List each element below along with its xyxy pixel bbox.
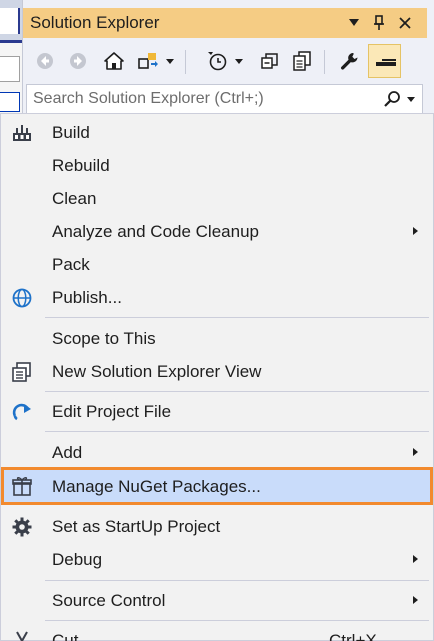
menu-item-new-solution-explorer-view[interactable]: New Solution Explorer View bbox=[1, 355, 433, 388]
submenu-arrow-icon bbox=[413, 596, 418, 604]
show-all-files-button[interactable] bbox=[289, 48, 315, 74]
submenu-arrow-icon bbox=[413, 227, 418, 235]
menu-item-label: Clean bbox=[52, 189, 97, 208]
filter-dropdown[interactable] bbox=[232, 48, 246, 74]
cut-icon bbox=[11, 630, 33, 641]
menu-item-set-as-startup-project[interactable]: Set as StartUp Project bbox=[1, 510, 433, 543]
menu-item-debug[interactable]: Debug bbox=[1, 543, 433, 576]
submenu-arrow-icon bbox=[413, 448, 418, 456]
menu-item-label: Manage NuGet Packages... bbox=[52, 477, 261, 496]
menu-item-shortcut: Ctrl+X bbox=[329, 631, 377, 641]
menu-item-scope-to-this[interactable]: Scope to This bbox=[1, 322, 433, 355]
menu-item-label: Rebuild bbox=[52, 156, 110, 175]
home-button[interactable] bbox=[101, 48, 127, 74]
solution-explorer-titlebar: Solution Explorer bbox=[23, 8, 427, 38]
menu-item-label: Edit Project File bbox=[52, 402, 172, 421]
preview-icon bbox=[375, 59, 396, 66]
switch-views-icon bbox=[138, 53, 158, 69]
solution-explorer-panel: Solution Explorer bbox=[22, 0, 434, 116]
menu-item-source-control[interactable]: Source Control bbox=[1, 584, 433, 617]
context-menu: Build Rebuild Clean Analyze and Code Cle… bbox=[0, 113, 434, 641]
adjacent-window-field[interactable] bbox=[0, 56, 20, 82]
menu-item-edit-project-file[interactable]: Edit Project File bbox=[1, 395, 433, 428]
new-view-icon bbox=[11, 361, 33, 383]
forward-button[interactable] bbox=[66, 48, 90, 74]
menu-separator bbox=[45, 317, 429, 318]
menu-item-pack[interactable]: Pack bbox=[1, 248, 433, 281]
adjacent-window-tab[interactable] bbox=[0, 8, 20, 34]
search-options-dropdown[interactable] bbox=[407, 97, 415, 102]
menu-item-clean[interactable]: Clean bbox=[1, 182, 433, 215]
window-position-button[interactable] bbox=[344, 12, 364, 34]
back-button[interactable] bbox=[33, 48, 57, 74]
collapse-all-button[interactable] bbox=[257, 48, 283, 74]
menu-item-label: Analyze and Code Cleanup bbox=[52, 222, 259, 241]
pin-button[interactable] bbox=[369, 12, 389, 34]
chevron-down-icon bbox=[166, 58, 174, 64]
startup-gear-icon bbox=[11, 516, 33, 538]
menu-item-manage-nuget-packages[interactable]: Manage NuGet Packages... bbox=[1, 467, 433, 505]
menu-item-analyze-code-cleanup[interactable]: Analyze and Code Cleanup bbox=[1, 215, 433, 248]
back-arrow-icon bbox=[37, 53, 53, 69]
adjacent-window-accent-line bbox=[0, 40, 22, 43]
toolbar-separator bbox=[185, 50, 186, 74]
submenu-arrow-icon bbox=[413, 555, 418, 563]
search-input[interactable] bbox=[27, 85, 367, 113]
close-button[interactable] bbox=[395, 12, 415, 34]
search-box bbox=[26, 84, 423, 114]
menu-item-label: Source Control bbox=[52, 591, 166, 610]
menu-separator bbox=[45, 431, 429, 432]
menu-item-build[interactable]: Build bbox=[1, 116, 433, 149]
chevron-down-icon bbox=[349, 19, 359, 26]
menu-item-label: Set as StartUp Project bbox=[52, 517, 221, 536]
menu-item-label: Add bbox=[52, 443, 83, 462]
forward-arrow-icon bbox=[70, 53, 86, 69]
menu-item-label: Build bbox=[52, 123, 90, 142]
chevron-down-icon bbox=[235, 58, 243, 64]
collapse-all-icon bbox=[261, 53, 278, 69]
panel-title: Solution Explorer bbox=[30, 13, 160, 32]
show-all-files-icon bbox=[293, 51, 311, 71]
nuget-package-icon bbox=[11, 475, 33, 497]
switch-views-button[interactable] bbox=[135, 48, 161, 74]
build-icon bbox=[11, 122, 33, 144]
adjacent-window-selection[interactable] bbox=[0, 92, 20, 112]
menu-item-cut[interactable]: Cut Ctrl+X bbox=[1, 624, 433, 641]
menu-separator bbox=[45, 620, 429, 621]
properties-button[interactable] bbox=[336, 48, 362, 74]
pending-changes-filter-button[interactable] bbox=[204, 48, 230, 74]
solution-explorer-toolbar bbox=[23, 42, 427, 80]
home-icon bbox=[104, 52, 124, 70]
menu-separator bbox=[45, 391, 429, 392]
pin-icon bbox=[374, 15, 384, 30]
menu-item-rebuild[interactable]: Rebuild bbox=[1, 149, 433, 182]
menu-separator bbox=[45, 580, 429, 581]
wrench-icon bbox=[341, 53, 358, 70]
menu-item-add[interactable]: Add bbox=[1, 436, 433, 469]
toolbar-separator bbox=[324, 50, 325, 74]
preview-selected-items-button[interactable] bbox=[368, 44, 401, 78]
menu-item-label: Scope to This bbox=[52, 329, 156, 348]
clock-filter-icon bbox=[208, 52, 227, 71]
menu-item-label: New Solution Explorer View bbox=[52, 362, 262, 381]
switch-views-dropdown[interactable] bbox=[163, 48, 177, 74]
edit-project-icon bbox=[11, 401, 33, 423]
close-icon bbox=[399, 17, 411, 29]
menu-item-label: Pack bbox=[52, 255, 90, 274]
globe-icon bbox=[11, 287, 33, 309]
search-icon[interactable] bbox=[383, 90, 401, 108]
menu-item-publish[interactable]: Publish... bbox=[1, 281, 433, 314]
menu-item-label: Debug bbox=[52, 550, 103, 569]
menu-item-label: Cut bbox=[52, 631, 79, 641]
menu-item-label: Publish... bbox=[52, 288, 122, 307]
